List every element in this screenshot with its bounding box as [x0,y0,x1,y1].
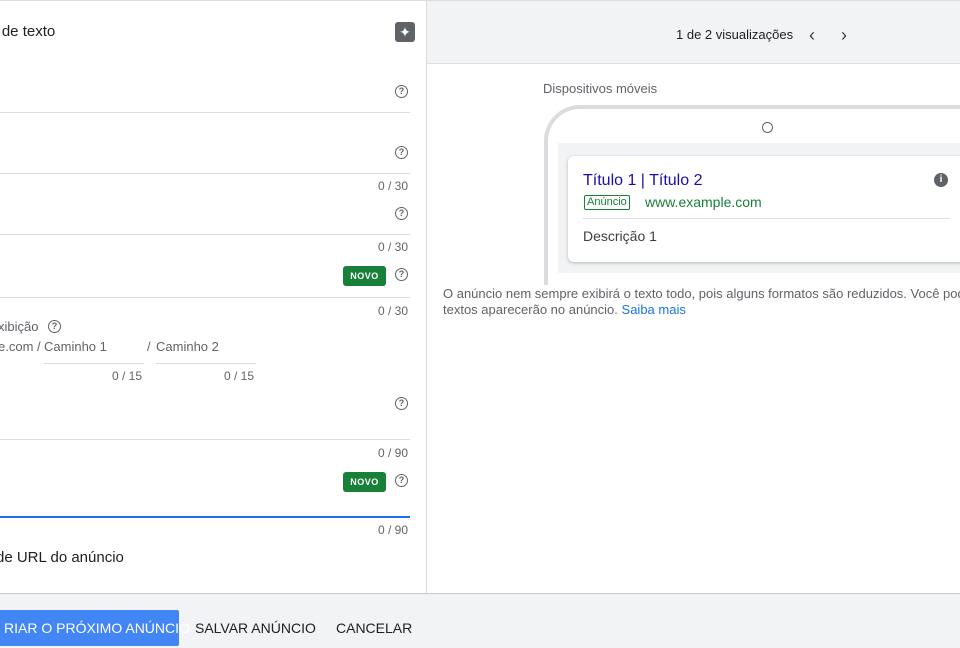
path2-input[interactable]: Caminho 2 [156,339,219,354]
path2-counter: 0 / 15 [224,369,255,383]
views-counter: 1 de 2 visualizações [676,27,794,42]
display-domain: e.com / [0,339,41,354]
path1-input[interactable]: Caminho 1 [44,339,107,354]
headline2-counter: 0 / 30 [378,240,409,254]
url-options-label[interactable]: de URL do anúncio [0,549,124,566]
chevron-left-icon[interactable]: ‹ [800,23,824,47]
form-title: io de texto [0,23,56,40]
new-badge: NOVO [343,266,386,286]
display-path-label: xibição [0,319,39,334]
create-next-ad-button[interactable]: RIAR O PRÓXIMO ANÚNCIO [0,610,190,646]
description2-counter: 0 / 90 [378,523,409,537]
headline1-counter: 0 / 30 [378,179,409,193]
ad-badge: Anúncio [584,195,630,210]
chevron-right-icon[interactable]: › [832,23,856,47]
help-icon[interactable]: ? [48,320,61,333]
preview-header: 1 de 2 visualizações ‹ › [427,1,960,64]
help-icon[interactable]: ? [395,397,408,410]
path2-underline [156,363,256,364]
active-field-underline[interactable] [0,516,410,518]
device-label: Dispositivos móveis [543,81,658,96]
path2-separator: / [147,339,151,354]
action-bar: RIAR O PRÓXIMO ANÚNCIO SALVAR ANÚNCIO CA… [0,593,960,648]
help-icon[interactable]: ? [395,268,408,281]
ad-preview-card: Título 1 | Título 2 i Anúncio www.exampl… [568,156,960,262]
notice-line-2-text: textos aparecerão no anúncio. [443,302,618,317]
learn-more-link[interactable]: Saiba mais [622,302,686,317]
ad-url: www.example.com [645,194,762,210]
sparkle-icon[interactable]: ✦ [395,22,415,42]
description1-counter: 0 / 90 [378,446,409,460]
field-divider [0,112,410,113]
field-divider [0,234,410,235]
field-divider [0,297,410,298]
help-icon[interactable]: ? [395,474,408,487]
field-divider [0,439,410,440]
headline3-counter: 0 / 30 [378,304,409,318]
help-icon[interactable]: ? [395,146,408,159]
notice-line-2: textos aparecerão no anúncio. Saiba mais [443,302,960,318]
ad-form-panel: io de texto ✦ ? ? 0 / 30 ? 0 / 30 NOVO ?… [0,0,427,593]
field-divider [0,173,410,174]
preview-panel: 1 de 2 visualizações ‹ › Dispositivos mó… [427,0,960,593]
save-ad-button[interactable]: SALVAR ANÚNCIO [195,610,316,646]
notice-line-1: O anúncio nem sempre exibirá o texto tod… [443,286,960,301]
help-icon[interactable]: ? [395,207,408,220]
ad-headline: Título 1 | Título 2 [583,172,703,189]
ad-separator [583,218,950,219]
preview-notice: O anúncio nem sempre exibirá o texto tod… [443,286,960,318]
info-icon[interactable]: i [934,173,948,187]
new-badge: NOVO [343,472,386,492]
path1-counter: 0 / 15 [112,369,143,383]
path1-underline [44,363,144,364]
cancel-button[interactable]: CANCELAR [336,610,412,646]
help-icon[interactable]: ? [395,85,408,98]
ad-description: Descrição 1 [583,228,657,244]
camera-icon [762,122,773,133]
